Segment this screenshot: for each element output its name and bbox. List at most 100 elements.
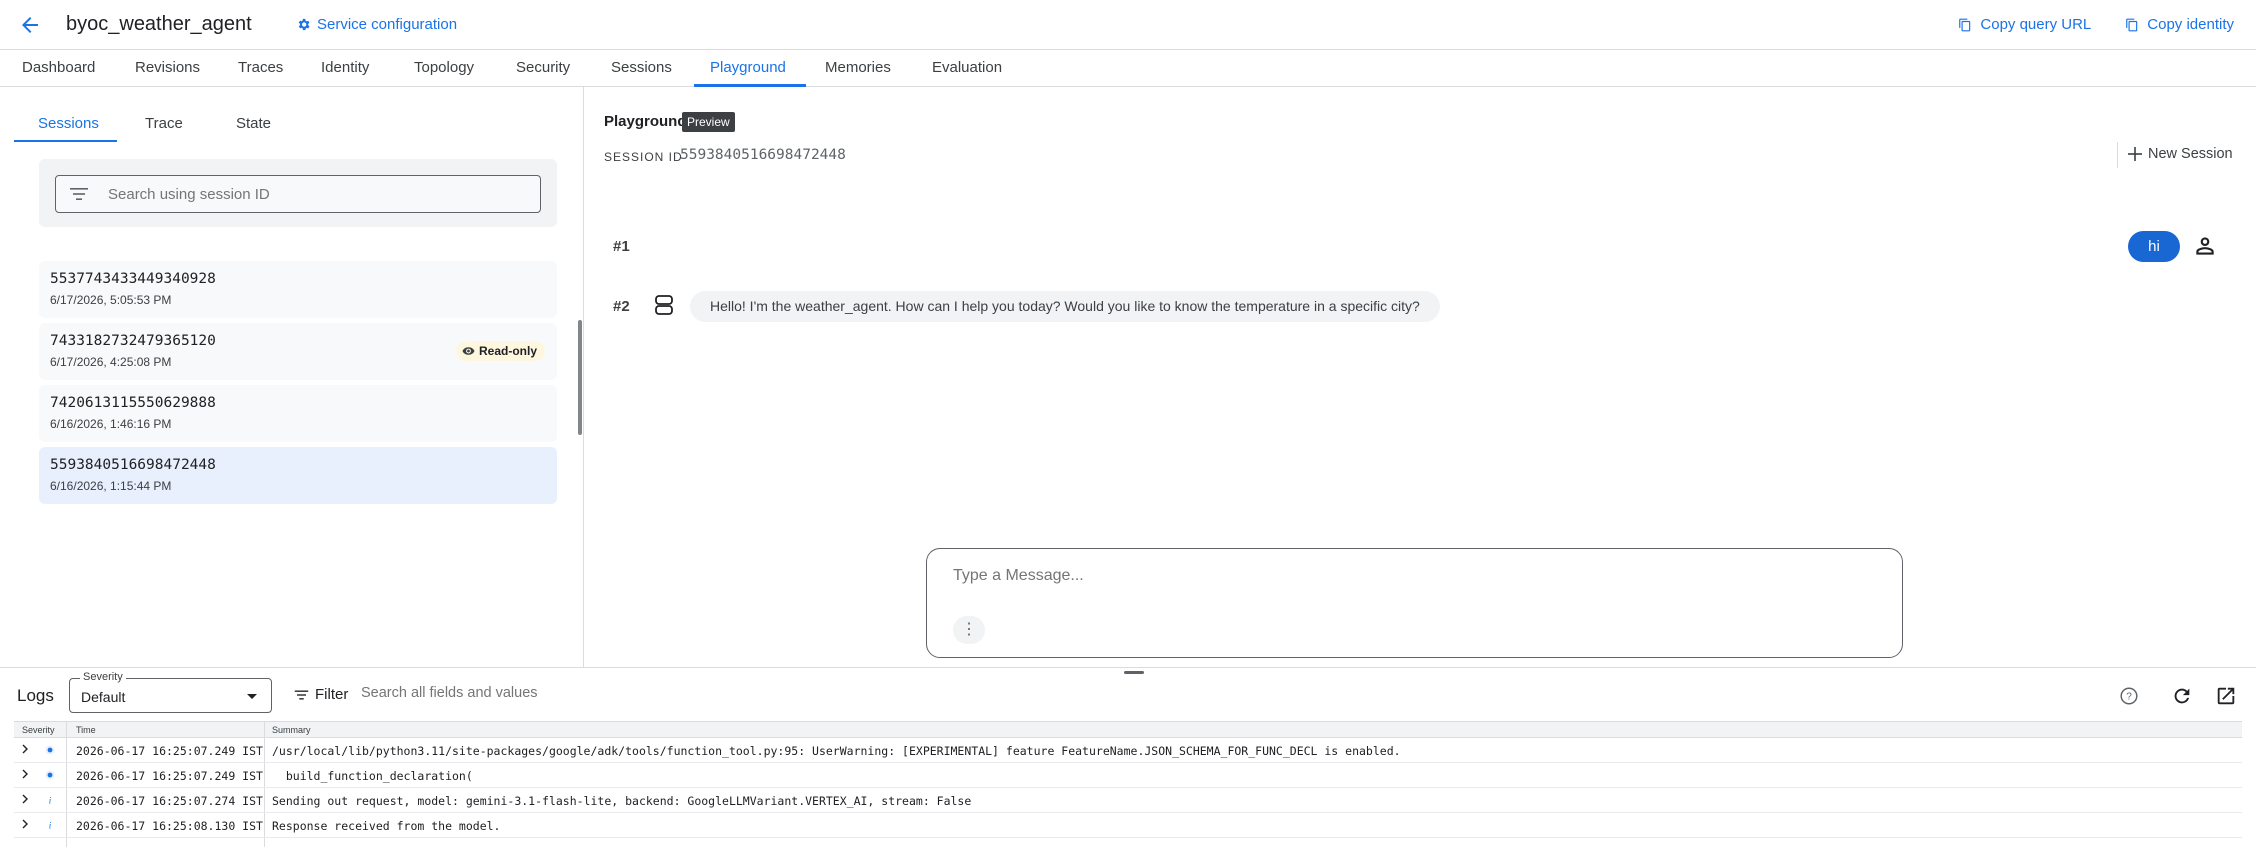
logs-panel: Logs Severity Default Filter ? Severity … bbox=[0, 667, 2256, 847]
tab-revisions[interactable]: Revisions bbox=[135, 59, 200, 76]
message-composer: ⋮ bbox=[926, 548, 1903, 658]
log-summary: Sending out request, model: gemini-3.1-f… bbox=[272, 794, 972, 808]
column-header-severity: Severity bbox=[22, 725, 55, 735]
log-search-input[interactable] bbox=[361, 685, 961, 701]
session-id: 5593840516698472448 bbox=[50, 457, 216, 473]
severity-info-icon: i bbox=[49, 796, 52, 806]
log-summary: /usr/local/lib/python3.11/site-packages/… bbox=[272, 744, 1401, 758]
back-arrow-icon[interactable] bbox=[18, 13, 42, 37]
eye-icon bbox=[462, 347, 475, 355]
session-list-item-selected[interactable]: 5593840516698472448 6/16/2026, 1:15:44 P… bbox=[39, 447, 557, 504]
svg-text:?: ? bbox=[2126, 692, 2132, 703]
logs-title: Logs bbox=[17, 686, 54, 705]
tab-topology[interactable]: Topology bbox=[414, 59, 474, 76]
filter-icon[interactable] bbox=[70, 186, 88, 202]
svg-text:i: i bbox=[49, 821, 52, 831]
plus-icon bbox=[2128, 147, 2142, 161]
tab-identity[interactable]: Identity bbox=[321, 59, 369, 76]
chevron-right-icon[interactable] bbox=[20, 744, 30, 754]
column-header-summary: Summary bbox=[272, 725, 311, 735]
preview-badge: Preview bbox=[682, 112, 735, 132]
column-header-time: Time bbox=[76, 725, 96, 735]
copy-query-url-button[interactable]: Copy query URL bbox=[1958, 16, 2091, 33]
copy-identity-button[interactable]: Copy identity bbox=[2125, 16, 2234, 33]
log-row[interactable]: i 2026-06-17 16:25:07.274 IST Sending ou… bbox=[14, 788, 2242, 813]
subtab-state[interactable]: State bbox=[236, 115, 271, 132]
tab-dashboard[interactable]: Dashboard bbox=[22, 59, 95, 76]
main-tabs: Dashboard Revisions Traces Identity Topo… bbox=[0, 50, 2256, 87]
active-subtab-indicator bbox=[14, 140, 117, 142]
tab-traces[interactable]: Traces bbox=[238, 59, 283, 76]
divider bbox=[2117, 142, 2118, 168]
log-summary: Response received from the model. bbox=[272, 819, 501, 833]
severity-select[interactable]: Severity Default bbox=[69, 671, 272, 713]
session-list-item[interactable]: 5537743433449340928 6/17/2026, 5:05:53 P… bbox=[39, 261, 557, 318]
filter-icon bbox=[294, 690, 309, 699]
chevron-right-icon[interactable] bbox=[20, 769, 30, 779]
sessions-panel: Sessions Trace State 5537743433449340928… bbox=[0, 87, 584, 667]
session-search-input[interactable] bbox=[108, 184, 528, 204]
turn-number: #1 bbox=[613, 238, 630, 255]
agent-icon bbox=[655, 295, 673, 315]
refresh-icon[interactable] bbox=[2171, 685, 2193, 707]
new-session-label: New Session bbox=[2148, 146, 2233, 162]
service-configuration-label: Service configuration bbox=[317, 16, 458, 33]
session-search-container bbox=[39, 159, 557, 227]
log-table-header: Severity Time Summary bbox=[14, 722, 2242, 738]
subtab-trace[interactable]: Trace bbox=[145, 115, 183, 132]
log-summary: build_function_declaration( bbox=[272, 769, 473, 783]
svg-text:i: i bbox=[49, 796, 52, 806]
severity-default-icon bbox=[45, 770, 55, 780]
session-id: 7433182732479365120 bbox=[50, 333, 216, 349]
log-table: Severity Time Summary 2026-06-17 16:25:0… bbox=[14, 721, 2242, 847]
playground-title: Playground bbox=[604, 113, 687, 130]
chevron-right-icon[interactable] bbox=[20, 794, 30, 804]
read-only-label: Read-only bbox=[478, 344, 537, 358]
session-id: 5537743433449340928 bbox=[50, 271, 216, 287]
session-date: 6/17/2026, 4:25:08 PM bbox=[50, 355, 172, 369]
log-time: 2026-06-17 16:25:08.130 IST bbox=[76, 819, 263, 833]
log-row[interactable]: 2026-06-17 16:25:07.249 IST build_functi… bbox=[14, 763, 2242, 788]
turn-number: #2 bbox=[613, 298, 630, 315]
session-date: 6/16/2026, 1:46:16 PM bbox=[50, 417, 172, 431]
agent-message-bubble: Hello! I'm the weather_agent. How can I … bbox=[690, 291, 1440, 322]
more-options-button[interactable]: ⋮ bbox=[953, 616, 985, 644]
session-list-item[interactable]: 7433182732479365120 6/17/2026, 4:25:08 P… bbox=[39, 323, 557, 380]
service-configuration-link[interactable]: Service configuration bbox=[296, 16, 457, 33]
log-row[interactable]: i 2026-06-17 16:25:08.130 IST Response r… bbox=[14, 813, 2242, 838]
dropdown-caret-icon bbox=[247, 694, 257, 699]
resize-handle[interactable] bbox=[1124, 671, 1144, 674]
user-message-bubble: hi bbox=[2128, 231, 2180, 262]
copy-icon bbox=[1959, 18, 1971, 31]
subtab-sessions[interactable]: Sessions bbox=[38, 115, 99, 132]
person-icon bbox=[2196, 237, 2214, 255]
message-input[interactable] bbox=[953, 567, 1853, 593]
gear-icon bbox=[298, 18, 310, 31]
filter-button[interactable]: Filter bbox=[294, 686, 348, 703]
session-date: 6/16/2026, 1:15:44 PM bbox=[50, 479, 172, 493]
new-session-button[interactable]: New Session bbox=[2128, 146, 2233, 162]
copy-identity-label: Copy identity bbox=[2147, 16, 2234, 33]
log-time: 2026-06-17 16:25:07.249 IST bbox=[76, 769, 263, 783]
session-id: 7420613115550629888 bbox=[50, 395, 216, 411]
session-id-label: SESSION ID bbox=[604, 150, 683, 164]
copy-icon bbox=[2126, 18, 2138, 31]
tab-sessions[interactable]: Sessions bbox=[611, 59, 672, 76]
severity-info-icon: i bbox=[49, 821, 52, 831]
help-icon[interactable]: ? bbox=[2118, 685, 2140, 707]
log-time: 2026-06-17 16:25:07.249 IST bbox=[76, 744, 263, 758]
tab-security[interactable]: Security bbox=[516, 59, 570, 76]
severity-label: Severity bbox=[80, 671, 126, 683]
log-row[interactable]: 2026-06-17 16:25:07.249 IST /usr/local/l… bbox=[14, 738, 2242, 763]
open-in-new-icon[interactable] bbox=[2215, 685, 2237, 707]
severity-default-icon bbox=[45, 745, 55, 755]
severity-value: Default bbox=[81, 689, 126, 705]
copy-query-url-label: Copy query URL bbox=[1980, 16, 2092, 33]
panel-scrollbar[interactable] bbox=[578, 320, 582, 435]
tab-memories[interactable]: Memories bbox=[825, 59, 891, 76]
chevron-right-icon[interactable] bbox=[20, 819, 30, 829]
session-list-item[interactable]: 7420613115550629888 6/16/2026, 1:46:16 P… bbox=[39, 385, 557, 442]
log-time: 2026-06-17 16:25:07.274 IST bbox=[76, 794, 263, 808]
tab-evaluation[interactable]: Evaluation bbox=[932, 59, 1002, 76]
tab-playground[interactable]: Playground bbox=[710, 59, 786, 76]
